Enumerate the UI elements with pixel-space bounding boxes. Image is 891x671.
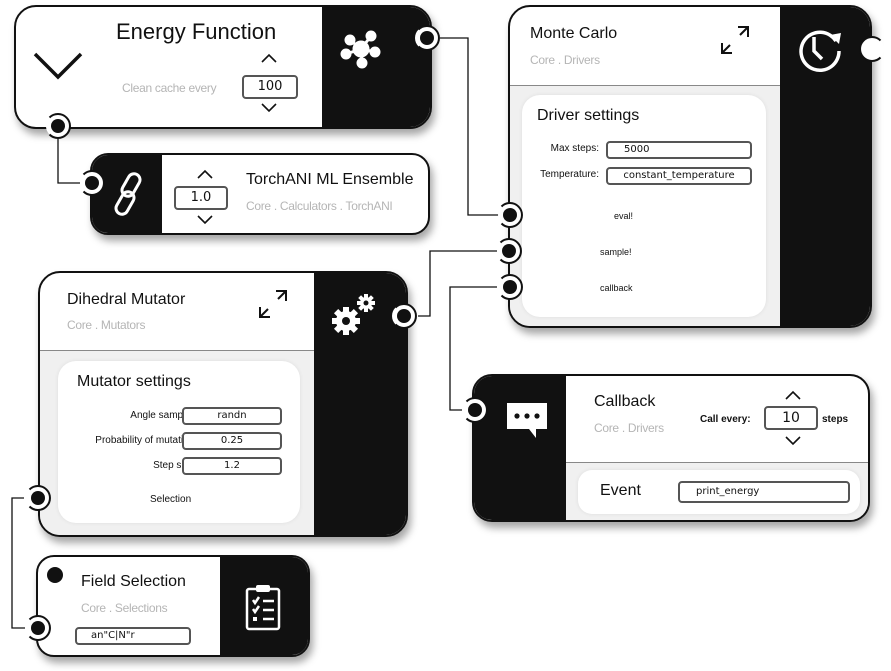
increment-icon[interactable]	[260, 53, 278, 63]
wire-selection	[11, 497, 25, 629]
callback-icon-panel	[474, 376, 566, 520]
expand-icon[interactable]	[256, 287, 290, 321]
increment-icon[interactable]	[784, 390, 802, 400]
temperature-input[interactable]: constant_temperature	[606, 167, 752, 185]
max-steps-label: Max steps:	[550, 143, 599, 154]
energy-function-title: Energy Function	[116, 19, 277, 44]
dihedral-mutator-title: Dihedral Mutator	[67, 291, 186, 308]
chevron-down-icon[interactable]	[32, 49, 84, 83]
monte-carlo-title: Monte Carlo	[530, 25, 618, 42]
probability-input[interactable]: 0.25	[182, 432, 282, 450]
callback-node[interactable]: Callback Core . Drivers Call every: 10 s…	[472, 374, 870, 522]
steps-label: steps	[822, 414, 849, 425]
dihedral-mutator-node[interactable]: Dihedral Mutator Core . Mutators Mutator…	[38, 271, 408, 537]
event-label: Event	[600, 482, 641, 499]
torchani-node[interactable]: 1.0 TorchANI ML Ensemble Core . Calculat…	[90, 153, 430, 235]
eval-port-label: eval!	[614, 211, 634, 221]
torchani-value-input[interactable]: 1.0	[174, 186, 228, 210]
field-selection-title: Field Selection	[81, 573, 186, 590]
monte-carlo-breadcrumb: Core . Drivers	[530, 53, 600, 67]
mutator-settings-title: Mutator settings	[77, 373, 191, 390]
temperature-label: Temperature:	[540, 169, 599, 180]
decrement-icon[interactable]	[260, 103, 278, 113]
max-steps-input[interactable]: 5000	[606, 141, 752, 159]
expand-icon[interactable]	[718, 23, 752, 57]
molecule-icon	[340, 30, 381, 69]
field-selection-breadcrumb: Core . Selections	[81, 601, 168, 615]
decrement-icon[interactable]	[196, 215, 214, 225]
wire-mutator-to-sample	[418, 250, 497, 317]
clipboard-checklist-icon	[245, 585, 281, 631]
dihedral-mutator-breadcrumb: Core . Mutators	[67, 318, 146, 332]
increment-icon[interactable]	[196, 169, 214, 179]
selection-port-label: Selection	[150, 494, 192, 505]
gears-icon	[332, 294, 375, 335]
step-size-input[interactable]: 1.2	[182, 457, 282, 475]
sample-port-label: sample!	[600, 247, 632, 257]
driver-settings-card	[522, 95, 766, 317]
angle-sampler-label: Angle sampler:	[130, 410, 197, 421]
energy-function-node[interactable]: Energy Function Clean cache every 100	[14, 5, 432, 129]
field-selection-node[interactable]: Field Selection Core . Selections an"C|N…	[36, 555, 310, 657]
driver-settings-title: Driver settings	[537, 107, 640, 124]
wire-energy-to-torchani	[57, 133, 80, 184]
clean-cache-input[interactable]: 100	[242, 75, 298, 99]
monte-carlo-node[interactable]: Monte Carlo Core . Drivers Driver settin…	[508, 5, 872, 328]
clean-cache-label: Clean cache every	[122, 81, 217, 95]
field-selection-status-dot	[47, 567, 63, 583]
wire-energy-to-eval	[440, 37, 500, 216]
clock-refresh-icon	[799, 30, 841, 72]
torchani-breadcrumb: Core . Calculators . TorchANI	[246, 199, 393, 213]
field-selection-input[interactable]: an"C|N"r	[75, 627, 191, 645]
torchani-title: TorchANI ML Ensemble	[246, 171, 414, 188]
callback-port-label: callback	[600, 283, 633, 293]
call-every-input[interactable]: 10	[764, 406, 818, 430]
probability-label: Probability of mutation:	[95, 435, 197, 446]
link-icon	[114, 172, 142, 216]
step-size-label: Step size:	[153, 460, 197, 471]
angle-sampler-input[interactable]: randn	[182, 407, 282, 425]
call-every-label: Call every:	[700, 414, 751, 425]
chat-bubble-icon	[507, 403, 547, 438]
callback-title: Callback	[594, 393, 656, 410]
callback-breadcrumb: Core . Drivers	[594, 421, 664, 435]
decrement-icon[interactable]	[784, 436, 802, 446]
event-input[interactable]: print_energy	[678, 481, 850, 503]
